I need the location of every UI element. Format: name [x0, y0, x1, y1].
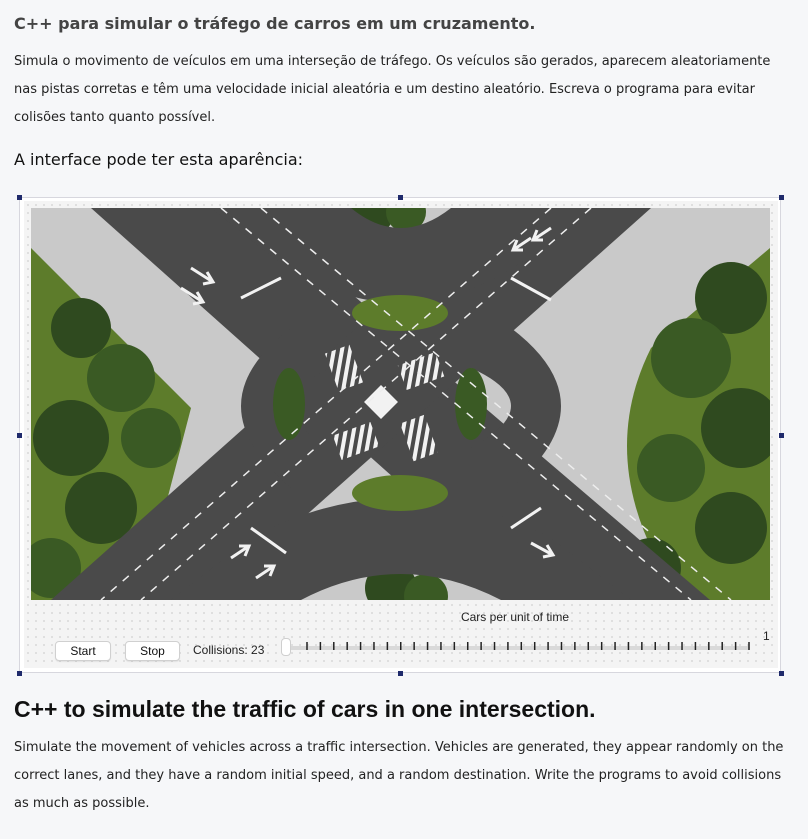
portuguese-description: Simula o movimento de veículos em uma in… — [14, 54, 771, 125]
portuguese-title: C++ para simular o tráfego de carros em … — [14, 14, 536, 33]
english-title: C++ to simulate the traffic of cars in o… — [14, 696, 596, 722]
stop-button[interactable]: Stop — [125, 641, 180, 661]
slider-max-label: 1 — [763, 629, 770, 643]
collisions-counter: Collisions: 23 — [193, 643, 265, 657]
resize-handle-tc[interactable] — [398, 195, 403, 200]
resize-handle-tl[interactable] — [17, 195, 22, 200]
cars-per-unit-label: Cars per unit of time — [460, 610, 570, 624]
english-description: Simulate the movement of vehicles across… — [14, 740, 784, 811]
start-button[interactable]: Start — [55, 641, 111, 661]
resize-handle-bc[interactable] — [398, 671, 403, 676]
resize-handle-br[interactable] — [779, 671, 784, 676]
resize-handle-mr[interactable] — [779, 433, 784, 438]
resize-handle-tr[interactable] — [779, 195, 784, 200]
cars-per-unit-slider-track[interactable] — [288, 646, 750, 650]
resize-handle-bl[interactable] — [17, 671, 22, 676]
intersection-scene — [31, 208, 770, 600]
cars-per-unit-slider-thumb[interactable] — [281, 638, 291, 656]
resize-handle-ml[interactable] — [17, 433, 22, 438]
interface-caption: A interface pode ter esta aparência: — [14, 150, 304, 169]
